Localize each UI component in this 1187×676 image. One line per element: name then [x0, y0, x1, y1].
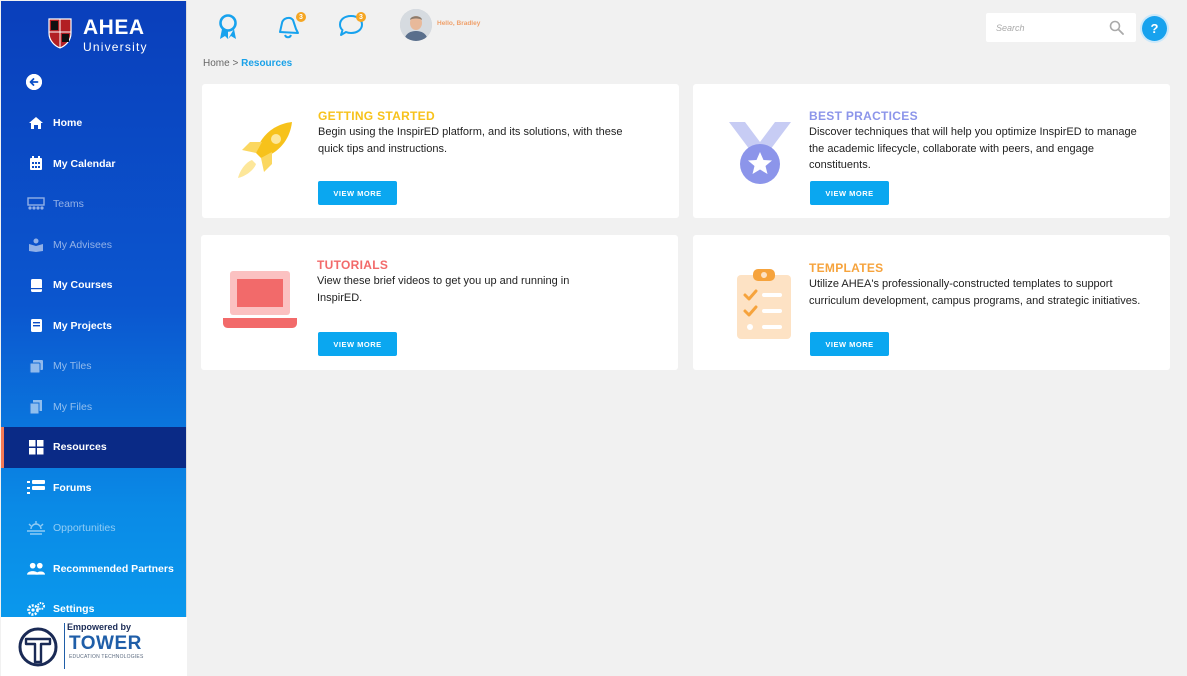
sidebar-item-label: My Advisees	[53, 238, 112, 251]
brand-subtitle: University	[83, 40, 148, 54]
view-more-button[interactable]: VIEW MORE	[318, 332, 397, 356]
breadcrumb-separator: >	[232, 58, 239, 69]
sidebar-item-label: Home	[53, 117, 83, 130]
card-description: Utilize AHEA's professionally-constructe…	[809, 278, 1141, 307]
messages-badge: 3	[356, 12, 366, 22]
forums-icon	[27, 480, 45, 496]
empowered-by-footer: Empowered by TOWER EDUCATION TECHNOLOGIE…	[1, 617, 187, 676]
sidebar-item-recommended-partners[interactable]: Recommended Partners	[1, 549, 186, 590]
opportunities-icon	[27, 520, 45, 536]
sidebar-item-label: My Calendar	[53, 157, 116, 170]
card-getting-started: GETTING STARTED Begin using the InspirED…	[202, 84, 679, 218]
empowered-by-label: Empowered by	[67, 622, 132, 632]
brand-title: AHEA	[83, 16, 145, 39]
rocket-icon	[232, 120, 296, 187]
view-more-button[interactable]: VIEW MORE	[318, 181, 397, 205]
sidebar-item-my-tiles[interactable]: My Tiles	[1, 346, 186, 387]
search-input[interactable]	[986, 13, 1096, 42]
card-templates: TEMPLATES Utilize AHEA's professionally-…	[693, 235, 1170, 370]
sidebar-item-label: Forums	[53, 481, 92, 494]
home-icon	[27, 115, 45, 131]
card-title: BEST PRACTICES	[809, 109, 918, 123]
award-ribbon-icon[interactable]	[218, 14, 238, 45]
files-icon	[27, 399, 45, 415]
teams-icon	[27, 196, 45, 212]
sidebar-nav: Home My Calendar Teams My Advisees My Co…	[1, 103, 186, 630]
grid-icon	[27, 439, 45, 455]
sidebar-item-label: Resources	[53, 441, 107, 454]
sidebar-item-my-files[interactable]: My Files	[1, 387, 186, 428]
card-title: TEMPLATES	[809, 261, 884, 275]
sidebar-item-label: Settings	[53, 603, 95, 616]
avatar[interactable]	[400, 9, 432, 41]
card-tutorials: TUTORIALS View these brief videos to get…	[201, 235, 678, 370]
view-more-button[interactable]: VIEW MORE	[810, 332, 889, 356]
projects-icon	[27, 318, 45, 334]
sidebar-item-label: My Files	[53, 400, 93, 413]
card-best-practices: BEST PRACTICES Discover techniques that …	[693, 84, 1170, 218]
sidebar-item-resources[interactable]: Resources	[1, 427, 186, 468]
breadcrumb-home[interactable]: Home	[203, 58, 230, 69]
sidebar-item-label: My Projects	[53, 319, 112, 332]
tower-logo-icon	[17, 626, 59, 673]
sidebar-item-my-courses[interactable]: My Courses	[1, 265, 186, 306]
user-greeting: Hello, Bradley	[437, 20, 481, 27]
book-icon	[27, 277, 45, 293]
tower-wordmark: TOWER	[69, 633, 142, 654]
partners-icon	[27, 561, 45, 577]
card-title: GETTING STARTED	[318, 109, 435, 123]
messages-chat-icon[interactable]: 3	[338, 12, 366, 40]
breadcrumb: Home > Resources	[203, 58, 292, 69]
clipboard-icon	[737, 267, 791, 344]
tower-subtitle: EDUCATION TECHNOLOGIES	[69, 654, 144, 660]
card-title: TUTORIALS	[317, 258, 389, 272]
brand-logo[interactable]: AHEA University	[47, 17, 148, 53]
crest-icon	[47, 17, 73, 49]
sidebar-item-my-calendar[interactable]: My Calendar	[1, 144, 186, 185]
divider	[64, 623, 65, 669]
sidebar: AHEA University Home My Calendar Teams M…	[1, 1, 187, 676]
sidebar-item-forums[interactable]: Forums	[1, 468, 186, 509]
gear-icon	[27, 601, 45, 617]
sidebar-item-label: Recommended Partners	[53, 562, 174, 575]
sidebar-item-my-advisees[interactable]: My Advisees	[1, 225, 186, 266]
search-box	[986, 13, 1136, 42]
laptop-icon	[223, 271, 297, 334]
notifications-badge: 3	[296, 12, 306, 22]
sidebar-item-label: My Courses	[53, 279, 113, 292]
tiles-icon	[27, 358, 45, 374]
sidebar-item-label: Teams	[53, 198, 84, 211]
sidebar-item-home[interactable]: Home	[1, 103, 186, 144]
medal-icon	[729, 120, 791, 189]
help-button[interactable]: ?	[1142, 16, 1167, 41]
sidebar-item-label: Opportunities	[53, 522, 116, 535]
sidebar-item-teams[interactable]: Teams	[1, 184, 186, 225]
sidebar-item-opportunities[interactable]: Opportunities	[1, 508, 186, 549]
sidebar-item-label: My Tiles	[53, 360, 92, 373]
calendar-icon	[27, 156, 45, 172]
card-description: View these brief videos to get you up an…	[317, 275, 570, 304]
breadcrumb-current: Resources	[241, 58, 293, 69]
collapse-back-icon[interactable]	[26, 74, 42, 90]
view-more-button[interactable]: VIEW MORE	[810, 181, 889, 205]
sidebar-item-my-projects[interactable]: My Projects	[1, 306, 186, 347]
advisees-icon	[27, 237, 45, 253]
card-description: Begin using the InspirED platform, and i…	[318, 126, 623, 155]
card-description: Discover techniques that will help you o…	[809, 126, 1137, 171]
notifications-bell-icon[interactable]: 3	[276, 12, 306, 40]
search-icon[interactable]	[1109, 20, 1124, 40]
